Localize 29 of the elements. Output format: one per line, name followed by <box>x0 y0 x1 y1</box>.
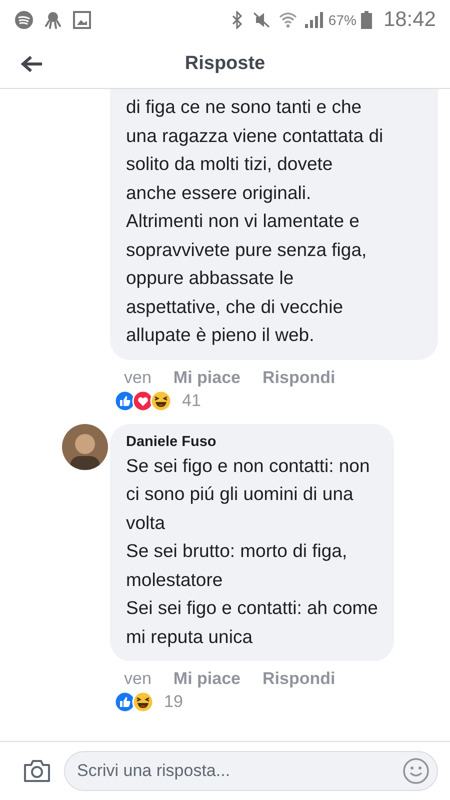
comment-time: ven <box>124 368 152 388</box>
reply-link[interactable]: Rispondi <box>262 669 336 689</box>
signal-icon <box>303 11 324 29</box>
comment-author[interactable]: Daniele Fuso <box>126 434 378 450</box>
thumbs-up-icon <box>114 390 136 412</box>
image-icon <box>72 10 92 30</box>
comment-text: Se sei figo e non contatti: non ci sono piú gli uomini di una volta Se sei brutto: morto di figa, molestatore Sei sei figo e contatti: ah come mi reputa unica <box>126 454 378 649</box>
octopus-icon <box>43 10 63 30</box>
reaction-count: 19 <box>164 692 183 712</box>
laughing-emoji-icon <box>150 390 172 412</box>
like-link[interactable]: Mi piace <box>173 368 241 388</box>
clock: 18:42 <box>383 8 436 32</box>
comment-time: ven <box>124 669 152 689</box>
battery-icon <box>361 11 372 29</box>
battery-percentage: 67% <box>328 12 356 28</box>
like-link[interactable]: Mi piace <box>173 669 241 689</box>
camera-icon[interactable] <box>22 758 52 784</box>
comment-text: di figa ce ne sono tanti e che una ragazza viene contattata di solito da molti tizi, dovete anche essere originali. Altrimenti non vi lamentate e sopravvivete pure senza figa, oppure abbassate le aspettative, che di vecchie allupate è pieno il web. <box>126 95 384 347</box>
wifi-icon <box>278 11 298 29</box>
avatar[interactable] <box>62 424 108 470</box>
laughing-emoji-icon <box>132 691 154 713</box>
reaction-count: 41 <box>182 390 201 410</box>
spotify-icon <box>14 10 34 30</box>
thumbs-up-icon <box>114 691 136 713</box>
reply-link[interactable]: Rispondi <box>262 368 336 388</box>
reply-input[interactable]: Scrivi una risposta... <box>64 751 438 791</box>
bluetooth-icon <box>230 11 244 29</box>
page-title: Risposte <box>184 53 266 75</box>
emoji-icon[interactable] <box>402 757 430 785</box>
